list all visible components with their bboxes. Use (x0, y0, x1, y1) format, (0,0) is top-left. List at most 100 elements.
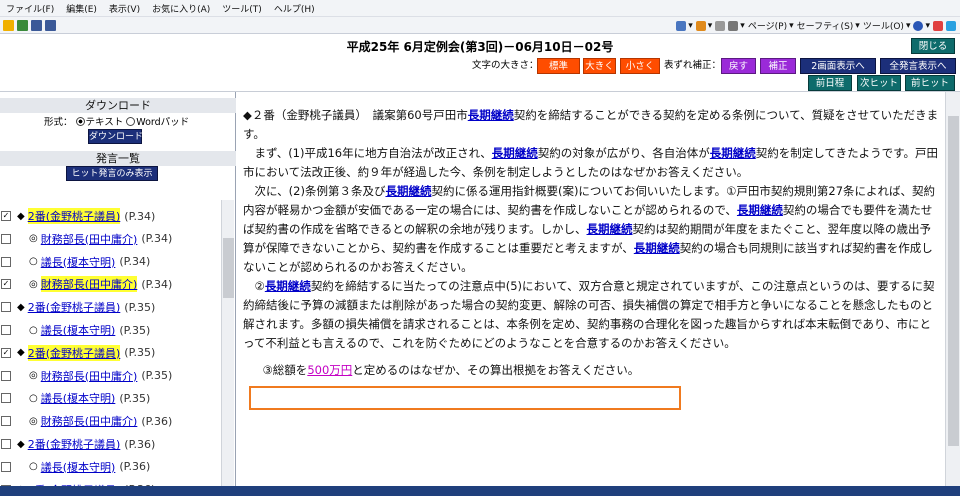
revert-button[interactable]: 戻す (721, 58, 756, 74)
page-number: (P.34) (141, 277, 173, 291)
speech-row[interactable]: ✓ ◎ 財務部長(田中庸介) (P.34) (0, 273, 220, 295)
speech-row[interactable]: ◆ 2番(金野桃子議員) (P.35) (0, 296, 220, 318)
font-small-button[interactable]: 小さく (620, 58, 660, 74)
speaker-link[interactable]: 2番(金野桃子議員) (28, 436, 121, 452)
speech-row[interactable]: ✓ ◆ 2番(金野桃子議員) (P.35) (0, 342, 220, 364)
help-button[interactable]: ▾ (913, 20, 930, 31)
speech-list-heading: 発言一覧 (0, 151, 236, 166)
radio-empty-icon (126, 116, 136, 126)
speaker-link[interactable]: 財務部長(田中庸介) (40, 276, 138, 293)
download-button[interactable]: ダウンロード (88, 129, 143, 144)
print-button[interactable]: ▾ (728, 20, 745, 31)
favorites-star-icon[interactable] (3, 19, 14, 31)
download-heading: ダウンロード (0, 98, 236, 113)
speech-checkbox[interactable] (1, 461, 11, 472)
menu-edit[interactable]: 編集(E) (60, 2, 103, 15)
speech-checkbox[interactable] (1, 302, 11, 313)
correct-button[interactable]: 補正 (760, 58, 796, 74)
keyword-link[interactable]: 長期継続 (385, 184, 431, 198)
scroll-thumb[interactable] (223, 238, 234, 298)
speech-row[interactable]: ✓ ◆ 2番(金野桃子議員) (P.34) (0, 205, 220, 227)
prev-hit-button[interactable]: 前ヒット (905, 75, 955, 91)
speech-row[interactable]: ◆2番(金野桃子議員)(P.36) (0, 433, 220, 455)
page-number: (P.34) (141, 232, 173, 246)
speech-checkbox[interactable] (1, 256, 11, 267)
keyword-link[interactable]: 長期継続 (265, 279, 311, 293)
extension-button-1[interactable] (933, 20, 943, 31)
speech-checkbox[interactable] (1, 325, 11, 335)
rss-icon (695, 20, 706, 31)
help-icon (913, 20, 924, 31)
home-button[interactable]: ▾ (676, 20, 693, 31)
paragraph-2: まず、(1)平成16年に地方自治法が改正され、長期継続契約の対象が広がり、各自治… (243, 146, 938, 179)
speech-checkbox[interactable] (1, 416, 11, 427)
speech-row[interactable]: ◎ 財務部長(田中庸介) (P.35) (0, 365, 220, 387)
font-large-button[interactable]: 大きく (583, 58, 616, 74)
keyword-link[interactable]: 長期継続 (737, 203, 783, 217)
paragraph-4: ②長期継続契約を締結するに当たっての注意点中(5)において、双方合意と規定されて… (243, 279, 935, 350)
speech-row[interactable]: ○ 議長(榎本守明) (P.35) (0, 387, 220, 409)
keyword-link[interactable]: 長期継続 (710, 146, 756, 160)
speech-checkbox[interactable] (1, 370, 11, 381)
home-icon (676, 20, 687, 31)
speech-row[interactable]: ○ 議長(榎本守明) (P.35) (0, 319, 220, 341)
speaker-link[interactable]: 議長(榎本守明) (41, 459, 116, 475)
radio-text[interactable]: テキスト (75, 114, 123, 128)
close-button[interactable]: 閉じる (911, 38, 955, 54)
diamond-marker-icon: ◆ (17, 210, 25, 222)
circle-marker-icon: ◎ (29, 370, 38, 382)
speech-checkbox[interactable]: ✓ (1, 279, 11, 290)
speaker-link[interactable]: 議長(榎本守明) (41, 254, 116, 270)
amount-link[interactable]: 500万円 (307, 363, 352, 377)
next-hit-button[interactable]: 次ヒット (857, 75, 901, 91)
speaker-link[interactable]: 議長(榎本守明) (41, 322, 116, 338)
tools-menu[interactable]: ツール(O) ▾ (863, 19, 911, 33)
mail-button[interactable] (715, 20, 726, 31)
speech-checkbox[interactable] (1, 393, 11, 404)
speech-list-scrollbar[interactable] (221, 200, 234, 496)
speaker-link[interactable]: 財務部長(田中庸介) (41, 231, 138, 247)
keyword-link[interactable]: 長期継続 (468, 108, 514, 122)
speaker-link[interactable]: 2番(金野桃子議員) (28, 299, 121, 315)
suggested-sites-icon[interactable] (17, 19, 28, 31)
two-screen-button[interactable]: 2画面表示へ (800, 58, 876, 74)
page-menu[interactable]: ページ(P) ▾ (748, 19, 794, 33)
speaker-link[interactable]: 財務部長(田中庸介) (41, 368, 138, 384)
extension-button-2[interactable] (946, 20, 956, 31)
scroll-thumb[interactable] (948, 116, 959, 446)
menu-view[interactable]: 表示(V) (103, 2, 146, 15)
speaker-link[interactable]: 2番(金野桃子議員) (27, 208, 121, 224)
prev-day-button[interactable]: 前日程 (808, 75, 852, 91)
page-number: (P.35) (119, 391, 151, 405)
menu-tools[interactable]: ツール(T) (216, 2, 268, 15)
offset-label: 表ずれ補正： (664, 60, 722, 71)
facebook-icon-2[interactable] (45, 19, 56, 31)
speech-checkbox[interactable] (1, 233, 11, 244)
speech-checkbox[interactable]: ✓ (1, 211, 11, 221)
keyword-link[interactable]: 長期継続 (587, 222, 633, 236)
transcript-pane: ◆２番（金野桃子議員） 議案第60号戸田市長期継続契約を締結することができる契約… (237, 92, 960, 496)
font-standard-button[interactable]: 標準 (537, 58, 580, 74)
transcript-scrollbar[interactable] (945, 92, 960, 496)
safety-menu[interactable]: セーフティ(S) ▾ (797, 19, 860, 33)
speaker-link[interactable]: 議長(榎本守明) (41, 390, 116, 406)
speech-row[interactable]: ◎ 財務部長(田中庸介) (P.34) (0, 228, 220, 250)
facebook-icon[interactable] (31, 19, 42, 31)
menu-file[interactable]: ファイル(F) (0, 2, 60, 15)
speaker-link[interactable]: 財務部長(田中庸介) (41, 413, 138, 429)
menu-favorites[interactable]: お気に入り(A) (146, 2, 216, 15)
radio-word[interactable]: Wordパッド (126, 114, 189, 128)
keyword-link[interactable]: 長期継続 (492, 146, 538, 160)
speech-checkbox[interactable]: ✓ (1, 347, 11, 358)
menu-help[interactable]: ヘルプ(H) (268, 2, 321, 15)
speech-checkbox[interactable] (1, 439, 11, 449)
speaker-link[interactable]: 2番(金野桃子議員) (27, 344, 121, 361)
hit-only-button[interactable]: ヒット発言のみ表示 (66, 166, 158, 181)
speech-row[interactable]: ○ 議長(榎本守明) (P.36) (0, 456, 220, 478)
keyword-link[interactable]: 長期継続 (634, 241, 680, 255)
feeds-button[interactable]: ▾ (695, 20, 712, 31)
page-title: 平成25年 6月定例会(第3回)－06月10日－02号 (346, 40, 614, 54)
speech-row[interactable]: ○ 議長(榎本守明) (P.34) (0, 251, 220, 273)
all-speech-button[interactable]: 全発言表示へ (880, 58, 956, 74)
speech-row[interactable]: ◎ 財務部長(田中庸介) (P.36) (0, 410, 220, 432)
